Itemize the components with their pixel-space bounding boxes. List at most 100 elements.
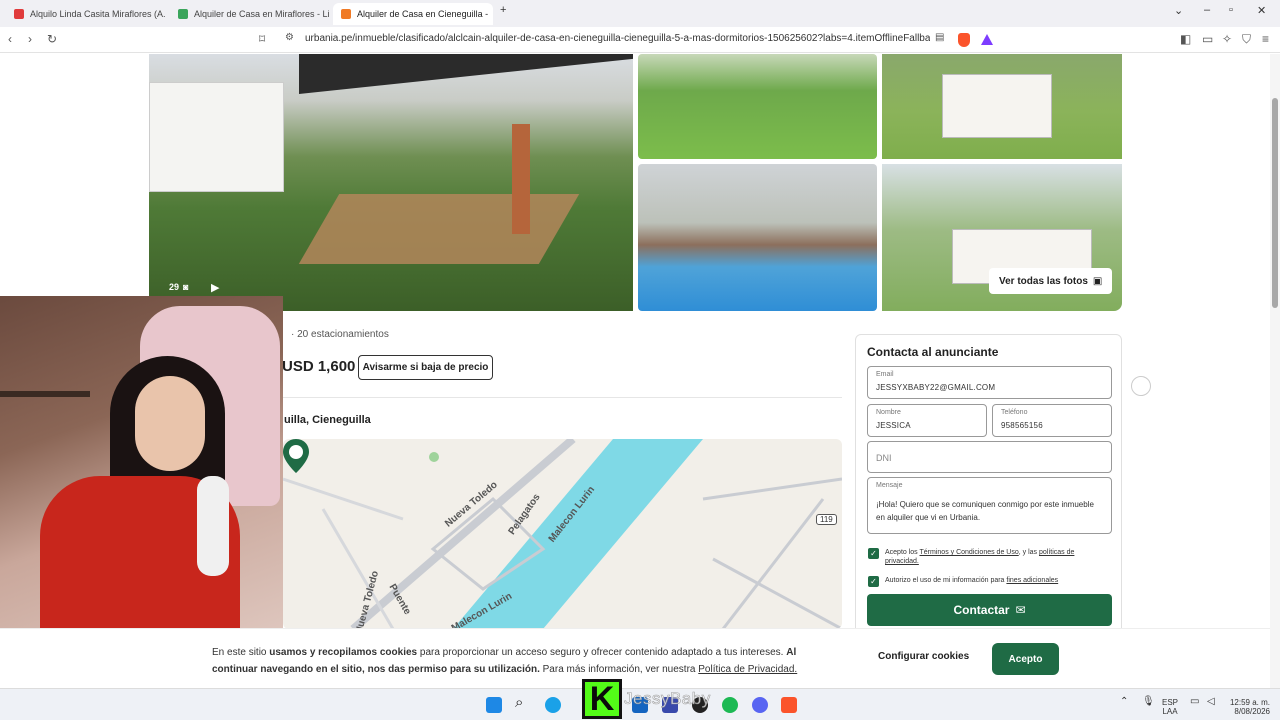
face-shape bbox=[135, 376, 205, 471]
network-icon[interactable]: ▭ bbox=[1190, 697, 1199, 707]
reload-icon[interactable]: ↻ bbox=[47, 32, 57, 46]
windows-start-icon[interactable] bbox=[486, 697, 502, 713]
edge-browser-icon[interactable] bbox=[545, 697, 561, 713]
privacy-policy-link[interactable]: Política de Privacidad. bbox=[698, 664, 797, 675]
street-line bbox=[321, 508, 395, 629]
camera-icon: ◙ bbox=[183, 282, 189, 292]
message-field[interactable]: Mensaje ¡Hola! Quiero que se comuniquen … bbox=[867, 477, 1112, 534]
phone-value: 958565156 bbox=[1001, 421, 1043, 430]
configure-cookies-button[interactable]: Configurar cookies bbox=[878, 651, 969, 662]
discord-icon[interactable] bbox=[752, 697, 768, 713]
listing-location: uilla, Cieneguilla bbox=[284, 414, 371, 426]
video-icon[interactable]: ▶ bbox=[211, 281, 219, 294]
minimize-icon[interactable]: – bbox=[1204, 4, 1210, 16]
tab-title: Alquilo Linda Casita Miraflores (A. C... bbox=[30, 9, 166, 19]
email-label: Email bbox=[876, 371, 894, 378]
address-bar-url[interactable]: urbania.pe/inmueble/clasificado/alclcain… bbox=[305, 33, 930, 44]
tab-list-chevron-icon[interactable]: ⌄ bbox=[1174, 4, 1183, 17]
clock[interactable]: 12:59 a. m. 8/08/2026 bbox=[1226, 698, 1270, 716]
browser-tab-3-active[interactable]: Alquiler de Casa en Cieneguilla - ✕ bbox=[333, 3, 493, 25]
browser-tab-2[interactable]: Alquiler de Casa en Miraflores - Lim... bbox=[170, 3, 330, 25]
forward-arrow-icon[interactable]: › bbox=[28, 32, 32, 46]
dni-field[interactable]: DNI bbox=[867, 441, 1112, 473]
new-tab-button[interactable]: + bbox=[500, 4, 506, 16]
cookie-text-bold: usamos y recopilamos cookies bbox=[269, 647, 418, 658]
streamer-watermark: K JessyBaby bbox=[582, 673, 711, 719]
price-alert-button[interactable]: Avisarme si baja de precio bbox=[358, 355, 493, 380]
terms-consent-text: Acepto los Términos y Condiciones de Uso… bbox=[885, 548, 1108, 566]
terms-mid: , y las bbox=[1018, 549, 1038, 556]
back-arrow-icon[interactable]: ‹ bbox=[8, 32, 12, 46]
phone-field[interactable]: Teléfono 958565156 bbox=[992, 404, 1112, 437]
maximize-icon[interactable]: ▫ bbox=[1229, 4, 1233, 16]
kick-logo-icon: K bbox=[582, 679, 622, 719]
shelf-shape bbox=[0, 391, 90, 397]
contact-submit-button[interactable]: Contactar ✉ bbox=[867, 594, 1112, 626]
cookie-message: En este sitio usamos y recopilamos cooki… bbox=[212, 644, 802, 678]
reader-mode-icon[interactable]: ▤ bbox=[935, 32, 944, 43]
tab-title: Alquiler de Casa en Cieneguilla - bbox=[357, 9, 489, 19]
view-all-photos-button[interactable]: Ver todas las fotos ▣ bbox=[989, 268, 1113, 294]
loading-spinner-icon bbox=[1131, 376, 1151, 396]
vpn-shield-icon[interactable]: ⛉ bbox=[1242, 32, 1251, 47]
envelope-icon: ✉ bbox=[1015, 603, 1026, 617]
park-marker bbox=[429, 452, 439, 462]
volume-icon[interactable]: ◁ bbox=[1207, 697, 1215, 707]
name-label: Nombre bbox=[876, 409, 901, 416]
email-field[interactable]: Email JESSYXBABY22@GMAIL.COM bbox=[867, 366, 1112, 399]
additional-use-row: ✓ Autorizo el uso de mi información para… bbox=[868, 576, 1108, 587]
streamer-name: JessyBaby bbox=[624, 689, 711, 709]
cookie-text-part: En este sitio bbox=[212, 647, 270, 658]
leo-ai-icon[interactable]: ✧ bbox=[1222, 32, 1232, 46]
deck-shape bbox=[298, 194, 580, 264]
language-indicator[interactable]: ESP LAA bbox=[1162, 698, 1178, 716]
site-info-icon[interactable]: ⚙ bbox=[285, 32, 294, 43]
browser-tab-1[interactable]: Alquilo Linda Casita Miraflores (A. C... bbox=[6, 3, 166, 25]
additional-purposes-link[interactable]: fines adicionales bbox=[1006, 577, 1058, 584]
tray-chevron-icon[interactable]: ⌃ bbox=[1120, 697, 1128, 707]
spotify-icon[interactable] bbox=[722, 697, 738, 713]
site-favicon-icon bbox=[341, 9, 351, 19]
tab-title: Alquiler de Casa en Miraflores - Lim... bbox=[194, 9, 330, 19]
name-value: JESSICA bbox=[876, 421, 911, 430]
brave-browser-icon[interactable] bbox=[781, 697, 797, 713]
location-pin-icon[interactable] bbox=[283, 439, 309, 473]
clock-date: 8/08/2026 bbox=[1234, 707, 1270, 716]
contact-title: Contacta al anunciante bbox=[867, 345, 999, 359]
listing-price: USD 1,600 bbox=[282, 358, 356, 375]
additional-use-checkbox[interactable]: ✓ bbox=[868, 576, 879, 587]
browser-tabstrip: Alquilo Linda Casita Miraflores (A. C...… bbox=[0, 0, 1280, 27]
thumbnail-photo-pool[interactable] bbox=[638, 164, 877, 311]
terms-checkbox[interactable]: ✓ bbox=[868, 548, 879, 559]
menu-icon[interactable]: ≡ bbox=[1262, 32, 1269, 46]
scrollbar-thumb[interactable] bbox=[1272, 98, 1278, 308]
browser-toolbar: ‹ › ↻ ⌑ ⚙ urbania.pe/inmueble/clasificad… bbox=[0, 27, 1280, 53]
site-favicon-icon bbox=[178, 9, 188, 19]
brave-shields-icon[interactable] bbox=[958, 33, 970, 47]
cookie-text-part: para proporcionar un acceso seguro y ofr… bbox=[417, 647, 787, 658]
microphone-tray-icon[interactable]: 🎙 bbox=[1142, 697, 1155, 707]
sidebar-toggle-icon[interactable]: ◧ bbox=[1180, 32, 1191, 46]
search-icon[interactable]: ⌕ bbox=[515, 694, 531, 711]
window-close-icon[interactable]: ✕ bbox=[1257, 4, 1266, 17]
thumbnail-photo-garden[interactable] bbox=[638, 54, 877, 159]
page-scrollbar[interactable] bbox=[1270, 54, 1280, 688]
street-line bbox=[283, 477, 404, 521]
house-shape bbox=[149, 82, 284, 192]
location-map[interactable]: Nueva Toledo Pelagatos Malecon Lurin Nue… bbox=[283, 439, 842, 629]
listing-features: · 20 estacionamientos bbox=[291, 329, 389, 340]
route-badge: 119 bbox=[816, 514, 837, 525]
house-shape bbox=[942, 74, 1052, 138]
brave-rewards-icon[interactable] bbox=[981, 34, 993, 45]
accept-cookies-button[interactable]: Acepto bbox=[992, 643, 1059, 675]
name-field[interactable]: Nombre JESSICA bbox=[867, 404, 987, 437]
thumbnail-photo-house[interactable] bbox=[882, 54, 1122, 159]
email-value: JESSYXBABY22@GMAIL.COM bbox=[876, 383, 996, 392]
terms-link[interactable]: Términos y Condiciones de Uso bbox=[920, 549, 1019, 556]
main-photo[interactable]: 29 ◙ ▶ bbox=[149, 54, 633, 311]
bookmark-icon[interactable]: ⌑ bbox=[259, 32, 265, 46]
message-label: Mensaje bbox=[876, 482, 903, 489]
contact-panel: Contacta al anunciante Email JESSYXBABY2… bbox=[855, 334, 1122, 634]
additional-use-text: Autorizo el uso de mi información para f… bbox=[885, 576, 1058, 585]
wallet-icon[interactable]: ▭ bbox=[1202, 32, 1213, 46]
